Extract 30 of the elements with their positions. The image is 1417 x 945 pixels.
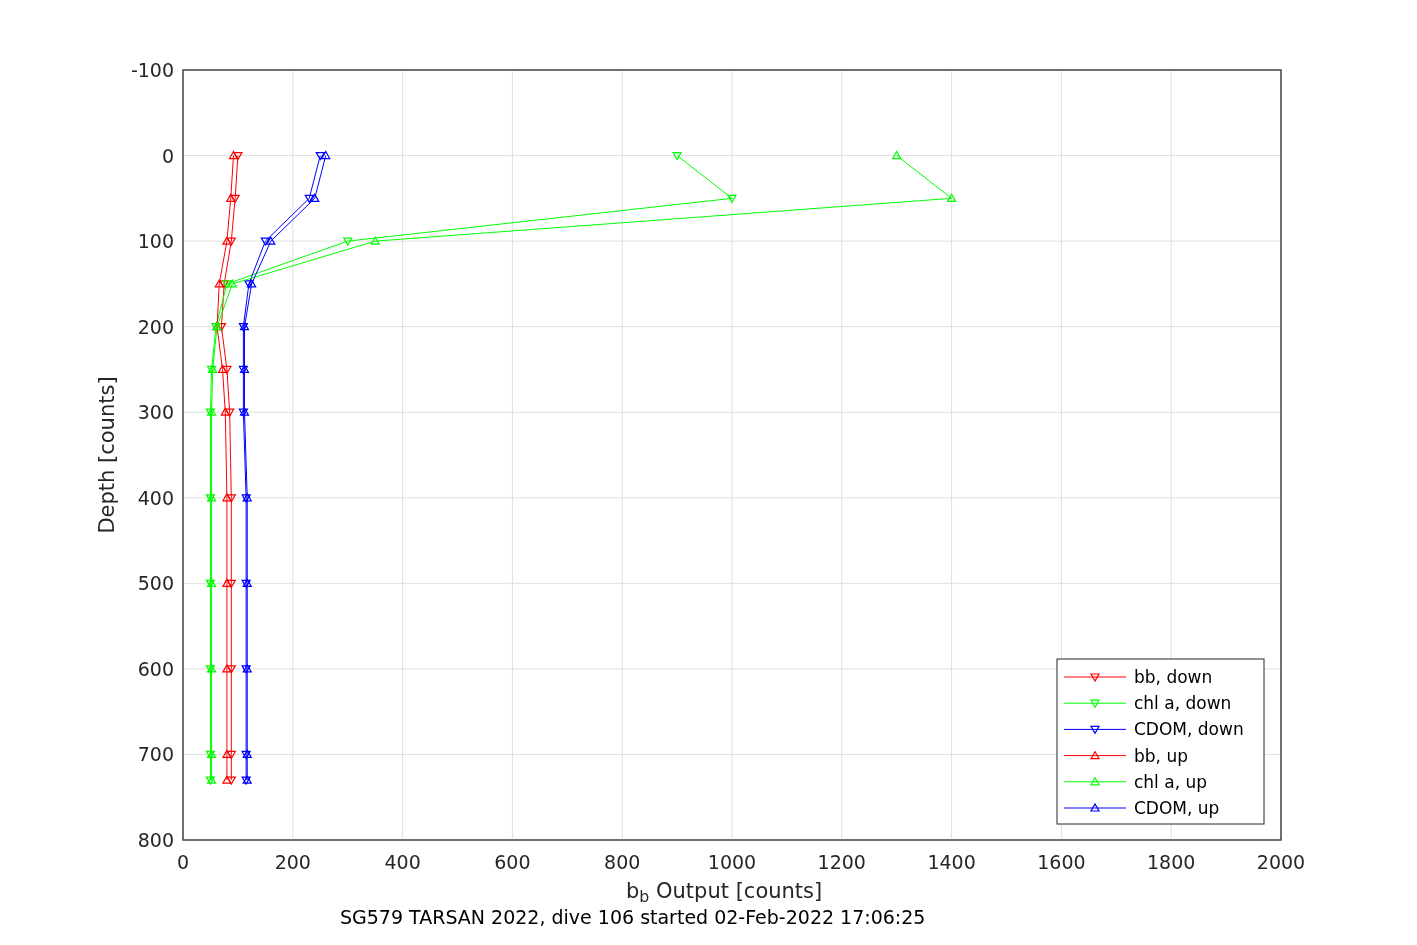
x-axis-label: b$_{b}$ Output [counts] bbox=[626, 878, 823, 904]
x-tick-label: 1600 bbox=[1037, 851, 1086, 873]
y-tick-label: 800 bbox=[137, 829, 174, 851]
y-tick-label: 500 bbox=[137, 572, 174, 595]
y-tick-label: 0 bbox=[161, 144, 174, 167]
legend-label: bb, up bbox=[1134, 745, 1188, 766]
y-tick-label: 600 bbox=[137, 657, 174, 680]
x-tick-label: 1800 bbox=[1147, 851, 1196, 873]
x-tick-label: 1000 bbox=[707, 851, 757, 873]
y-tick-label: -100 bbox=[130, 59, 174, 81]
x-tick-label: 2000 bbox=[1256, 851, 1306, 873]
legend-label: bb, down bbox=[1134, 667, 1213, 687]
y-tick-label: 400 bbox=[137, 486, 174, 509]
y-tick-label: 100 bbox=[137, 230, 174, 253]
x-tick-label: 1400 bbox=[927, 851, 976, 873]
x-tick-label: 600 bbox=[494, 851, 531, 873]
y-tick-label: 700 bbox=[137, 743, 174, 766]
y-axis-label: Depth [counts] bbox=[95, 376, 119, 534]
x-tick-label: 400 bbox=[384, 851, 421, 873]
legend-label: chl a, up bbox=[1134, 771, 1208, 792]
legend-label: CDOM, down bbox=[1134, 719, 1244, 740]
x-tick-label: 200 bbox=[274, 851, 311, 873]
legend-label: CDOM, up bbox=[1134, 798, 1220, 818]
y-tick-label: 200 bbox=[137, 315, 174, 338]
x-tick-label: 1200 bbox=[817, 851, 866, 873]
legend-label: chl a, down bbox=[1134, 693, 1232, 714]
figure-caption: SG579 TARSAN 2022, dive 106 started 02-Feb-2022 17:06:25 bbox=[340, 905, 926, 929]
x-tick-label: 800 bbox=[604, 851, 641, 873]
y-tick-label: 300 bbox=[137, 401, 174, 424]
x-tick-label: 0 bbox=[176, 851, 190, 873]
